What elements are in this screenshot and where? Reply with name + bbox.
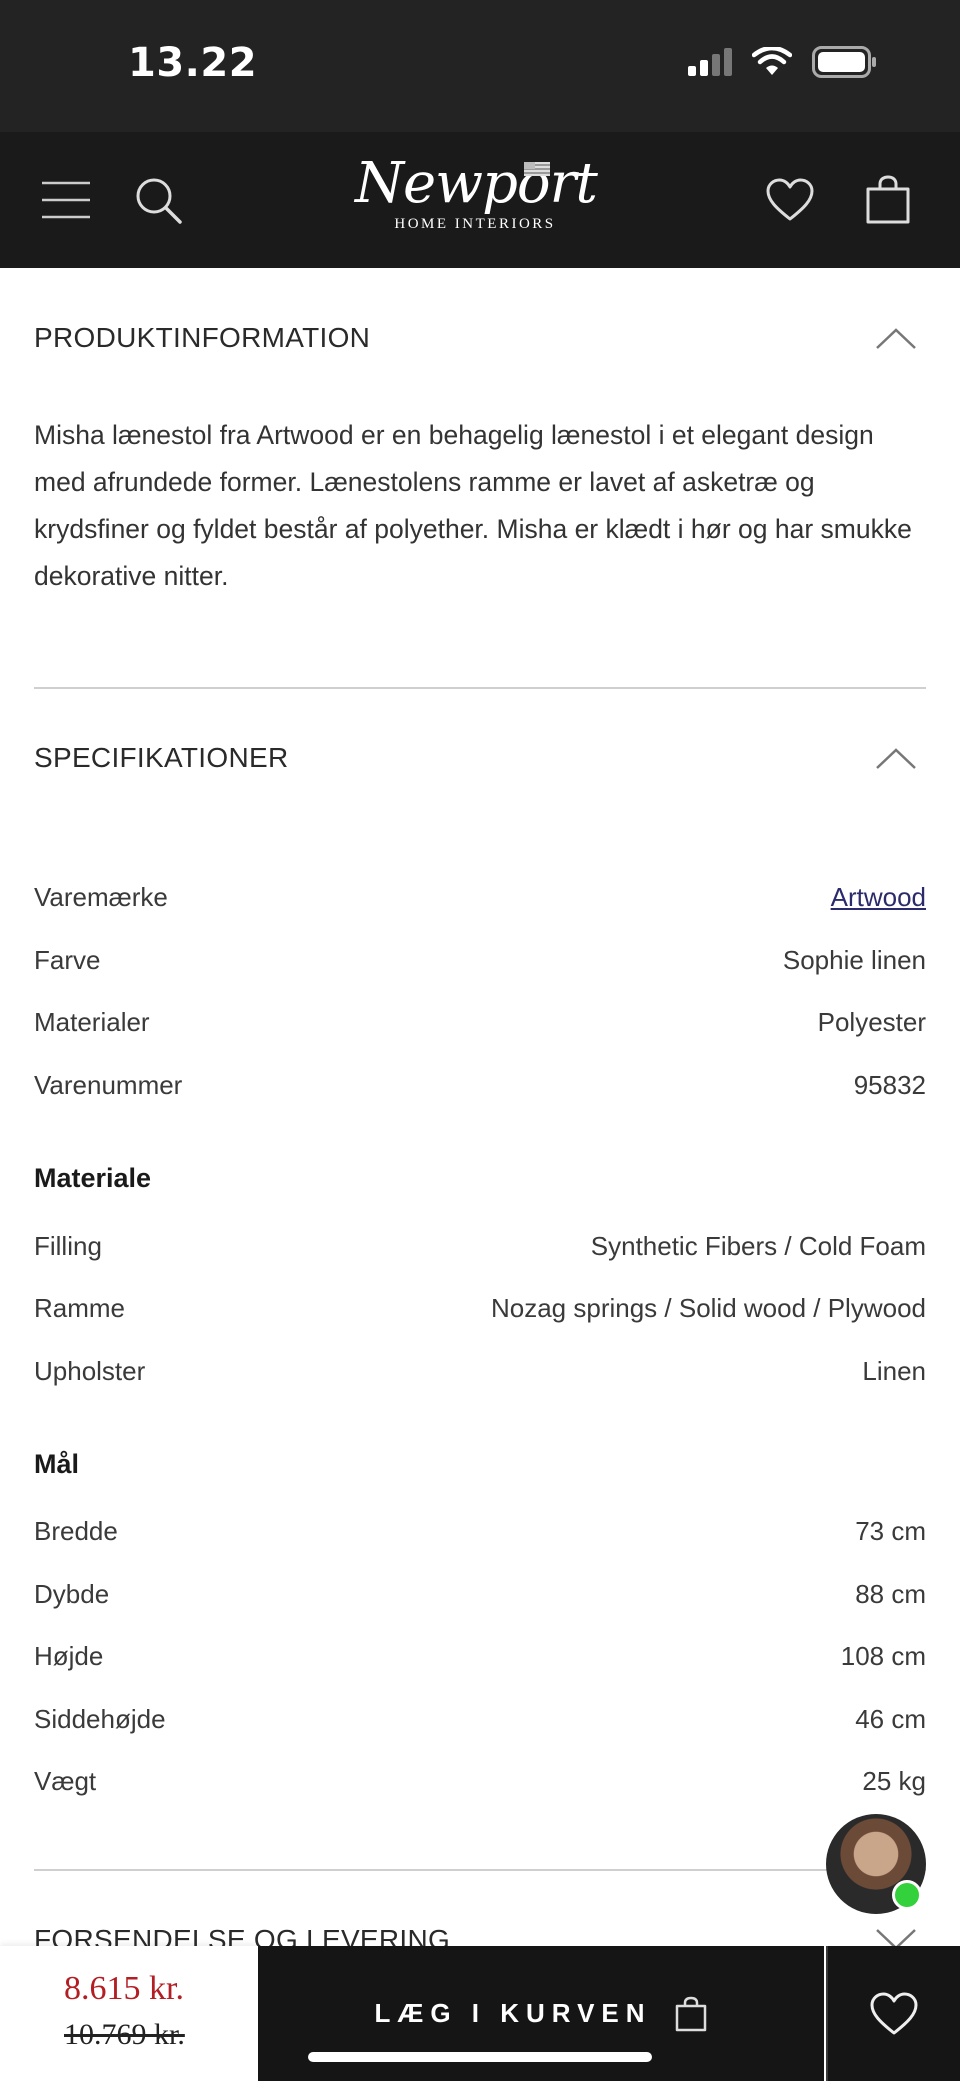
spec-label: Siddehøjde <box>34 1703 166 1734</box>
spec-label: Varenummer <box>34 1069 183 1100</box>
brand-link[interactable]: Artwood <box>831 882 926 912</box>
cart-button[interactable] <box>860 170 916 230</box>
brand-logo[interactable]: Newport HOME INTERIORS <box>355 151 598 246</box>
home-indicator[interactable] <box>308 2052 652 2062</box>
chat-agent-avatar[interactable] <box>826 1814 926 1914</box>
dimensions-heading: Mål <box>34 1449 80 1479</box>
signal-icon <box>688 48 732 81</box>
spec-value: 25 kg <box>862 1765 926 1796</box>
section-divider <box>34 1869 926 1871</box>
spec-label: Højde <box>34 1640 104 1671</box>
spec-value: 46 cm <box>855 1703 926 1734</box>
product-info-title: PRODUKTINFORMATION <box>34 322 371 353</box>
shopping-bag-icon <box>866 175 910 224</box>
chevron-up-icon[interactable] <box>866 318 926 358</box>
status-bar: 13.22 <box>0 0 960 132</box>
logo-script: Newport <box>355 151 598 216</box>
add-to-cart-label: LÆG I KURVEN <box>374 1998 652 2028</box>
material-heading: Materiale <box>34 1163 152 1193</box>
logo-subtitle: HOME INTERIORS <box>394 216 556 232</box>
search-button[interactable] <box>130 172 186 228</box>
spec-label: Farve <box>34 944 101 975</box>
flag-icon <box>524 162 550 176</box>
spec-value: 95832 <box>853 1069 926 1100</box>
spec-value: 108 cm <box>840 1640 926 1671</box>
add-to-wishlist-button[interactable] <box>826 1946 960 2081</box>
spec-label: Filling <box>34 1230 102 1261</box>
current-price: 8.615 kr. <box>64 1970 184 2007</box>
spec-label: Varemærke <box>34 881 168 912</box>
wishlist-button[interactable] <box>762 172 818 228</box>
original-price: 10.769 kr. <box>64 2018 185 2051</box>
spec-row-frame: Ramme Nozag springs / Solid wood / Plywo… <box>34 1288 926 1328</box>
spec-label: Ramme <box>34 1292 126 1323</box>
spec-value: Linen <box>862 1355 926 1386</box>
heart-icon <box>766 178 814 221</box>
spec-value: 73 cm <box>855 1515 926 1546</box>
chevron-up-icon[interactable] <box>866 738 926 778</box>
spec-row-color: Farve Sophie linen <box>34 940 926 980</box>
product-description: Misha lænestol fra Artwood er en behagel… <box>34 420 912 591</box>
spec-value: Sophie linen <box>782 944 926 975</box>
spec-row-upholster: Upholster Linen <box>34 1351 926 1391</box>
spec-row-materials: Materialer Polyester <box>34 1002 926 1042</box>
specifications-title: SPECIFIKATIONER <box>34 742 289 773</box>
site-header: Newport HOME INTERIORS <box>0 132 960 268</box>
wifi-icon <box>751 45 793 82</box>
spec-label: Bredde <box>34 1515 118 1546</box>
spec-row-depth: Dybde 88 cm <box>34 1574 926 1614</box>
spec-label: Vægt <box>34 1765 97 1796</box>
heart-icon <box>870 1992 918 2034</box>
spec-row-filling: Filling Synthetic Fibers / Cold Foam <box>34 1226 926 1266</box>
status-icons <box>688 45 878 83</box>
spec-value: 88 cm <box>855 1578 926 1609</box>
spec-label: Materialer <box>34 1006 150 1037</box>
section-divider <box>34 687 926 689</box>
menu-icon <box>42 181 90 219</box>
battery-icon <box>812 46 878 83</box>
spec-label: Dybde <box>34 1578 110 1609</box>
spec-row-height: Højde 108 cm <box>34 1636 926 1676</box>
product-info-header[interactable]: PRODUKTINFORMATION <box>34 318 926 358</box>
spec-value: Artwood <box>831 882 926 913</box>
spec-row-item-number: Varenummer 95832 <box>34 1065 926 1105</box>
spec-value: Synthetic Fibers / Cold Foam <box>590 1230 926 1261</box>
shopping-bag-icon <box>675 1996 706 2031</box>
specifications-header[interactable]: SPECIFIKATIONER <box>34 738 926 778</box>
spec-row-brand: Varemærke Artwood <box>34 877 926 917</box>
spec-row-weight: Vægt 25 kg <box>34 1761 926 1801</box>
spec-value: Polyester <box>817 1006 926 1037</box>
spec-row-seat-height: Siddehøjde 46 cm <box>34 1699 926 1739</box>
menu-button[interactable] <box>38 176 94 224</box>
spec-value: Nozag springs / Solid wood / Plywood <box>490 1292 926 1323</box>
online-status-dot <box>892 1880 922 1910</box>
spec-label: Upholster <box>34 1355 146 1386</box>
status-time: 13.22 <box>128 40 258 86</box>
price-box: 8.615 kr. 10.769 kr. <box>0 1946 258 2081</box>
search-icon <box>136 178 182 224</box>
spec-row-width: Bredde 73 cm <box>34 1511 926 1551</box>
